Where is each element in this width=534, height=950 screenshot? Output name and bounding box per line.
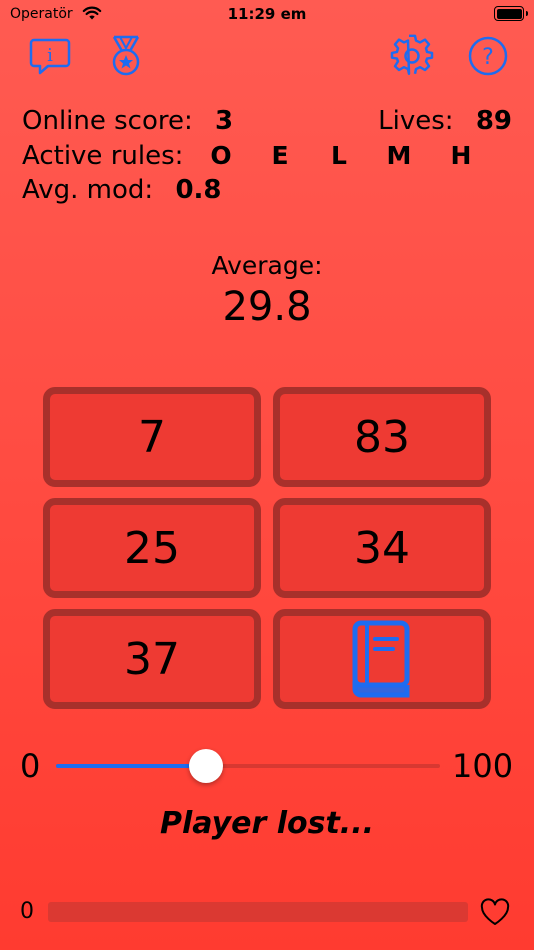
average-label: Average: [211,251,323,280]
rule-letter: M [386,141,412,170]
slider-thumb[interactable] [188,749,223,783]
lives-label: Lives: [378,106,454,136]
rule-letter: L [331,141,347,170]
lives-bar-min-label: 0 [20,899,34,924]
avg-mod-value: 0.8 [175,175,222,205]
active-rules-label: Active rules: [22,141,184,171]
rule-letter: H [450,141,472,170]
clock: 11:29 em [227,5,307,23]
status-bar: Operatör 11:29 em [0,0,534,30]
rules-book-card[interactable] [273,609,491,709]
online-score-value: 3 [215,106,234,136]
slider-max-label: 100 [452,747,514,785]
online-score-label: Online score: [22,106,193,136]
number-card[interactable]: 25 [43,498,261,598]
rule-letter: O [210,141,232,170]
help-icon: ? [468,36,508,76]
number-card[interactable]: 37 [43,609,261,709]
average-value: 29.8 [222,284,312,330]
guess-slider[interactable] [56,749,440,783]
battery-icon [494,6,528,21]
lives-value: 89 [475,106,512,136]
number-card[interactable]: 34 [273,498,491,598]
medal-icon [112,35,140,76]
heart-icon [480,898,510,925]
lives-row: Lives: 89 [378,106,512,136]
gear-icon [390,34,434,75]
avg-mod-label: Avg. mod: [22,175,154,205]
rule-letter: E [271,141,289,170]
svg-text:?: ? [482,45,494,70]
avg-mod-row: Avg. mod: 0.8 [22,175,222,205]
slider-fill [56,764,206,768]
lives-progress-bar [48,902,468,922]
number-card[interactable]: 7 [43,387,261,487]
slider-min-label: 0 [20,747,41,785]
help-button[interactable]: ? [466,34,510,78]
result-message: Player lost... [159,806,374,841]
svg-text:i: i [47,45,53,66]
online-score-row: Online score: 3 [22,106,233,136]
number-card[interactable]: 83 [273,387,491,487]
info-bubble-button[interactable]: i [28,34,72,78]
settings-button[interactable] [390,34,434,78]
achievements-button[interactable] [104,34,148,78]
info-bubble-icon: i [29,38,71,75]
book-icon [352,620,410,698]
